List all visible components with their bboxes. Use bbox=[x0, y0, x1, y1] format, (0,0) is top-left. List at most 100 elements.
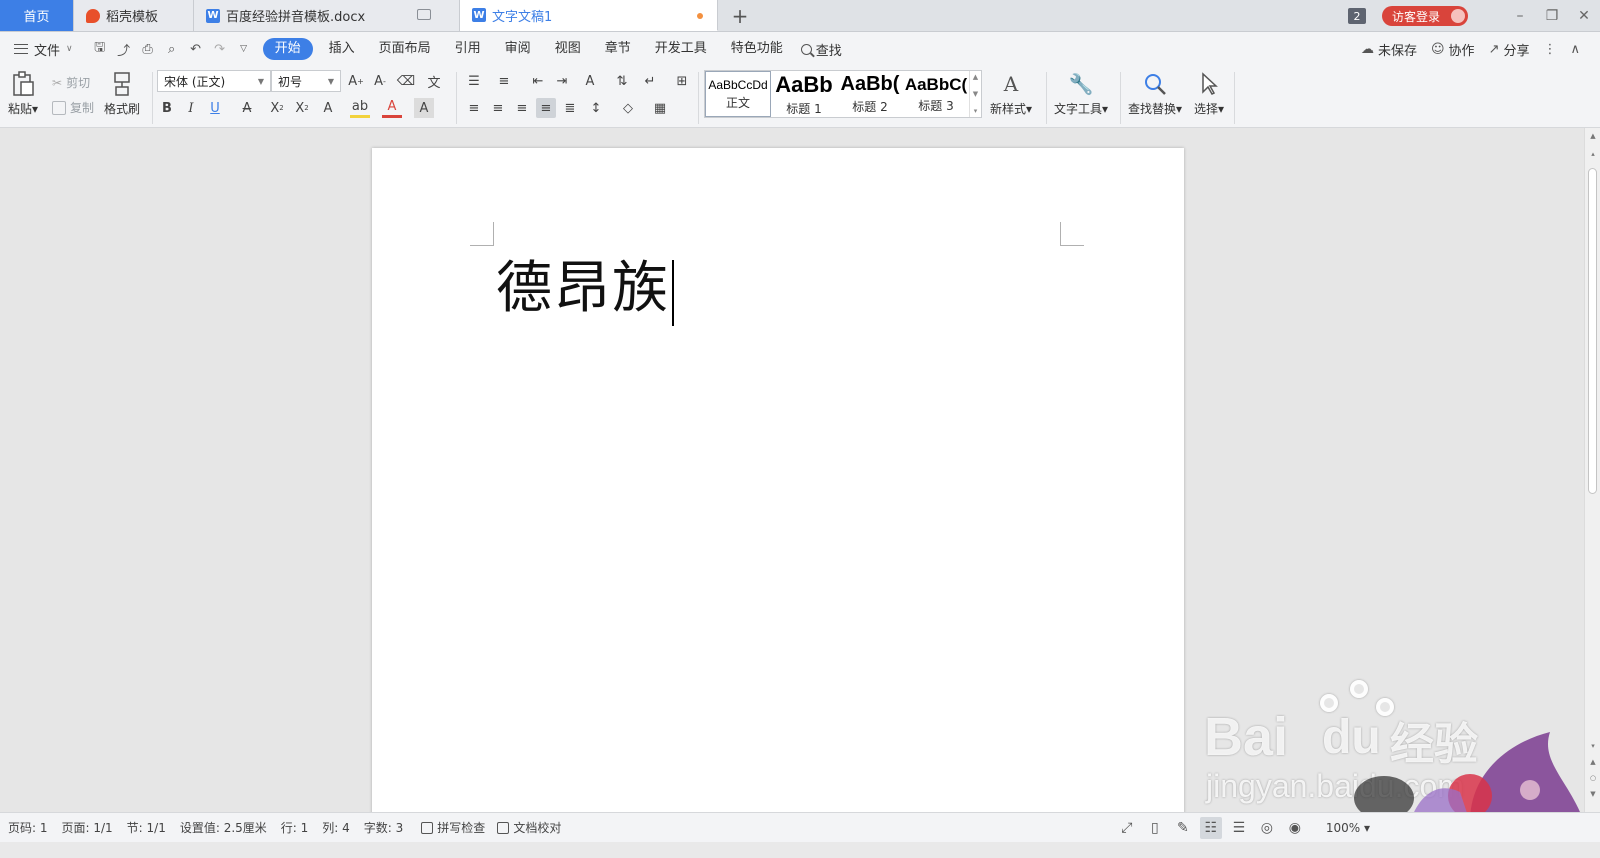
clear-format-icon[interactable]: ⌫ bbox=[396, 71, 416, 91]
tab-home[interactable]: 首页 bbox=[0, 0, 74, 31]
page-view-icon[interactable]: ☷ bbox=[1199, 817, 1222, 839]
styles-scroll[interactable]: ▲ ▼ ▾ bbox=[969, 71, 981, 117]
close-icon[interactable]: ✕ bbox=[1568, 0, 1600, 32]
cut-button[interactable]: ✂ 剪切 bbox=[52, 74, 90, 91]
tab-page-layout[interactable]: 页面布局 bbox=[367, 38, 443, 60]
line-spacing-icon[interactable]: ↕ bbox=[586, 98, 606, 118]
redo-icon[interactable]: ↷ bbox=[211, 40, 229, 58]
tab-doc-pinyin-template[interactable]: W 百度经验拼音模板.docx bbox=[194, 0, 460, 31]
status-page[interactable]: 页码: 1 bbox=[8, 819, 48, 836]
scroll-up-icon[interactable]: ▴ bbox=[1589, 150, 1597, 158]
new-style-button[interactable]: A 新样式▾ bbox=[990, 70, 1032, 117]
restore-icon[interactable]: ❐ bbox=[1536, 0, 1568, 32]
format-painter-button[interactable]: 格式刷 bbox=[104, 70, 140, 117]
spellcheck-button[interactable]: 拼写检查 bbox=[421, 819, 485, 836]
chevron-up-icon[interactable]: ▲ bbox=[973, 73, 978, 81]
style-heading-3[interactable]: AaBbC( 标题 3 bbox=[903, 71, 969, 117]
tab-special-features[interactable]: 特色功能 bbox=[719, 38, 795, 60]
collapse-ribbon-icon[interactable]: ∧ bbox=[1570, 42, 1580, 57]
print-icon[interactable]: ⎙ bbox=[139, 40, 157, 58]
status-word-count[interactable]: 字数: 3 bbox=[364, 819, 404, 836]
table-icon[interactable]: ⊞ bbox=[672, 71, 692, 91]
distributed-align-icon[interactable]: ≣ bbox=[560, 98, 580, 118]
show-marks-icon[interactable]: ↵ bbox=[640, 71, 660, 91]
document-page[interactable]: 德昂族 bbox=[372, 148, 1184, 812]
font-color-icon[interactable]: A bbox=[382, 98, 402, 118]
tab-insert[interactable]: 插入 bbox=[317, 38, 367, 60]
change-case-icon[interactable]: A bbox=[580, 71, 600, 91]
browse-object-icon[interactable]: ○ bbox=[1589, 774, 1597, 782]
status-setting[interactable]: 设置值: 2.5厘米 bbox=[180, 819, 267, 836]
minimize-icon[interactable]: – bbox=[1504, 0, 1536, 32]
find-replace-button[interactable]: 查找替换▾ bbox=[1128, 70, 1182, 117]
scrollbar-thumb[interactable] bbox=[1588, 168, 1597, 494]
prev-page-icon[interactable]: ▲ bbox=[1589, 758, 1597, 766]
share-button[interactable]: ↗ 分享 bbox=[1489, 40, 1530, 59]
underline-icon[interactable]: U bbox=[205, 98, 225, 118]
proofread-button[interactable]: 文档校对 bbox=[497, 819, 561, 836]
italic-icon[interactable]: I bbox=[181, 98, 201, 118]
vertical-scrollbar[interactable]: ▲ ▴ ▾ ▲ ○ ▼ bbox=[1584, 128, 1600, 812]
numbered-list-icon[interactable]: ≡ bbox=[494, 71, 514, 91]
eye-protect-icon[interactable]: ◉ bbox=[1284, 817, 1306, 839]
tab-start[interactable]: 开始 bbox=[262, 38, 313, 60]
zoom-level[interactable]: 100% ▾ bbox=[1326, 821, 1370, 835]
align-left-icon[interactable]: ≡ bbox=[464, 98, 484, 118]
unsaved-status-button[interactable]: ☁ 未保存 bbox=[1361, 40, 1417, 59]
align-center-icon[interactable]: ≡ bbox=[488, 98, 508, 118]
status-section[interactable]: 节: 1/1 bbox=[127, 819, 166, 836]
style-heading-1[interactable]: AaBb 标题 1 bbox=[771, 71, 837, 117]
select-button[interactable]: 选择▾ bbox=[1194, 70, 1224, 117]
chevron-down-icon[interactable]: ▼ bbox=[973, 90, 978, 98]
char-shading-icon[interactable]: A bbox=[414, 98, 434, 118]
bullet-list-icon[interactable]: ☰ bbox=[464, 71, 484, 91]
next-page-icon[interactable]: ▼ bbox=[1589, 790, 1597, 798]
sort-icon[interactable]: ⇅ bbox=[612, 71, 632, 91]
undo-icon[interactable]: ↶ bbox=[187, 40, 205, 58]
document-text[interactable]: 德昂族 bbox=[496, 256, 670, 321]
tab-doc-active[interactable]: W 文字文稿1 bbox=[460, 0, 718, 31]
tab-daoke-templates[interactable]: 稻壳模板 bbox=[74, 0, 194, 31]
highlight-icon[interactable]: ab bbox=[350, 98, 370, 118]
copy-button[interactable]: 复制 bbox=[52, 99, 94, 116]
grow-font-icon[interactable]: A + bbox=[346, 71, 366, 91]
save-icon[interactable]: 🖫 bbox=[91, 40, 109, 58]
reading-view-icon[interactable]: ▯ bbox=[1144, 817, 1166, 839]
superscript-icon[interactable]: X2 bbox=[267, 98, 287, 118]
status-row[interactable]: 行: 1 bbox=[281, 819, 309, 836]
web-view-icon[interactable]: ◎ bbox=[1256, 817, 1278, 839]
subscript-icon[interactable]: X2 bbox=[292, 98, 312, 118]
shrink-font-icon[interactable]: A- bbox=[370, 71, 390, 91]
tab-review[interactable]: 审阅 bbox=[493, 38, 543, 60]
collaborate-button[interactable]: ☺ 协作 bbox=[1431, 40, 1475, 59]
fullscreen-icon[interactable]: ⤢ bbox=[1116, 817, 1138, 839]
tab-section[interactable]: 章节 bbox=[593, 38, 643, 60]
print-preview-icon[interactable]: ⌕ bbox=[163, 40, 181, 58]
font-name-select[interactable]: 宋体 (正文) ▼ bbox=[157, 70, 271, 92]
paste-button[interactable]: 粘贴▾ bbox=[8, 70, 38, 117]
strikethrough-icon[interactable]: A bbox=[237, 98, 257, 118]
expand-icon[interactable]: ▾ bbox=[974, 107, 978, 115]
shading-icon[interactable]: ◇ bbox=[618, 98, 638, 118]
customize-dropdown-icon[interactable]: ▽ bbox=[235, 40, 253, 58]
more-icon[interactable]: ⋮ bbox=[1543, 42, 1556, 57]
status-col[interactable]: 列: 4 bbox=[322, 819, 350, 836]
style-normal[interactable]: AaBbCcDd 正文 bbox=[705, 71, 771, 117]
scroll-top-icon[interactable]: ▲ bbox=[1589, 132, 1597, 140]
font-size-select[interactable]: 初号 ▼ bbox=[271, 70, 341, 92]
bold-icon[interactable]: B bbox=[157, 98, 177, 118]
tab-view[interactable]: 视图 bbox=[543, 38, 593, 60]
guest-login-button[interactable]: 访客登录 bbox=[1381, 6, 1468, 26]
file-menu-button[interactable]: 文件 ∨ bbox=[0, 40, 83, 59]
style-heading-2[interactable]: AaBb( 标题 2 bbox=[837, 71, 903, 117]
edit-pen-icon[interactable]: ✎ bbox=[1172, 817, 1194, 839]
align-right-icon[interactable]: ≡ bbox=[512, 98, 532, 118]
new-tab-button[interactable]: + bbox=[718, 0, 762, 31]
tab-references[interactable]: 引用 bbox=[443, 38, 493, 60]
window-count-badge[interactable]: 2 bbox=[1347, 8, 1366, 24]
scroll-down-icon[interactable]: ▾ bbox=[1589, 742, 1597, 750]
increase-indent-icon[interactable]: ⇥ bbox=[552, 71, 572, 91]
monitor-icon[interactable] bbox=[417, 9, 431, 20]
text-tools-button[interactable]: 🔧 文字工具▾ bbox=[1054, 70, 1108, 117]
outline-view-icon[interactable]: ☰ bbox=[1228, 817, 1250, 839]
